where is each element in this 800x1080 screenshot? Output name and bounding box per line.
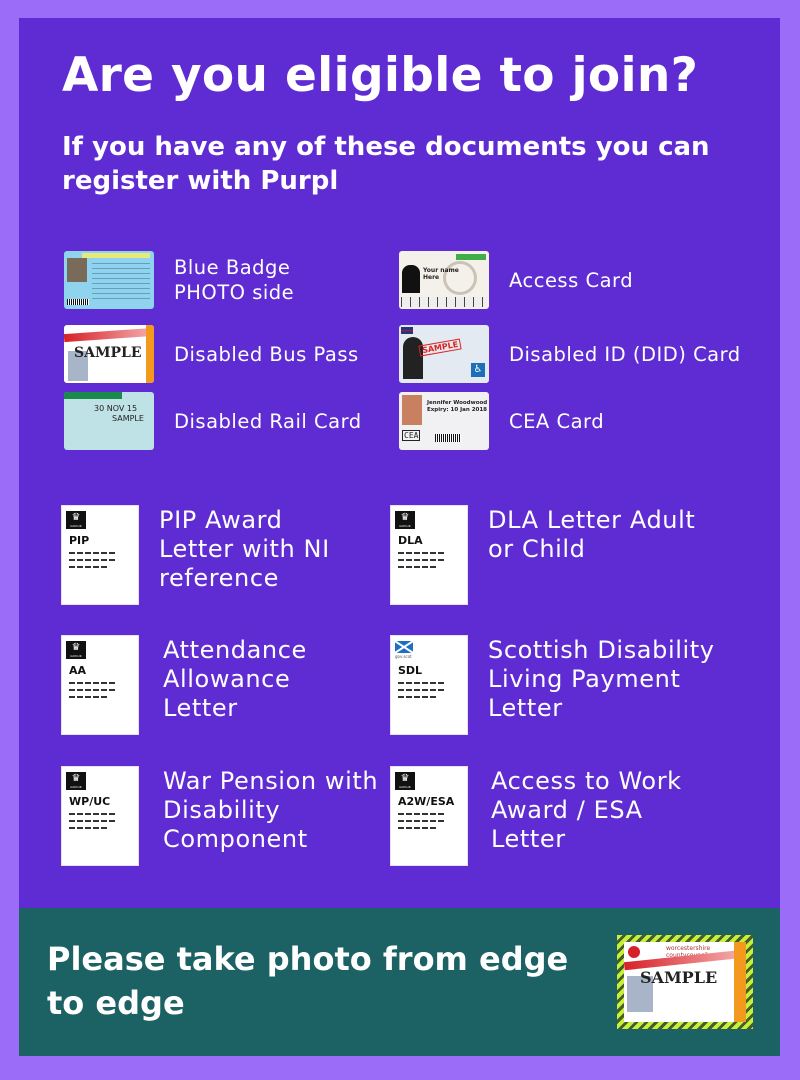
- letter-document-icon: ♛ GOV.UK A2W/ESA: [390, 766, 468, 866]
- crown-crest-icon: ♛ GOV.UK: [66, 641, 86, 659]
- sample-stamp: SAMPLE: [112, 414, 144, 423]
- rail-card-icon: 30 NOV 15 SAMPLE: [64, 392, 154, 450]
- did-card-icon: SAMPLE ♿: [399, 325, 489, 383]
- letter-code: PIP: [69, 534, 90, 547]
- sample-bus-pass-image: worcestershire countycouncil SAMPLE: [624, 942, 746, 1022]
- letter-label: Attendance Allowance Letter: [163, 636, 307, 722]
- crown-crest-icon: ♛ GOV.UK: [66, 772, 86, 790]
- letter-document-icon: ♛ GOV.UK WP/UC: [61, 766, 139, 866]
- letter-code: SDL: [398, 664, 423, 677]
- sample-stamp: SAMPLE: [640, 968, 718, 987]
- cea-name: Jennifer Woodwood: [427, 400, 488, 406]
- card-item-access-card: Your name Here Access Card: [399, 251, 633, 309]
- cea-logo: CEA: [402, 430, 421, 441]
- sample-stamp: SAMPLE: [418, 338, 462, 357]
- card-item-rail-card: 30 NOV 15 SAMPLE Disabled Rail Card: [64, 392, 362, 450]
- letter-code: A2W/ESA: [398, 795, 455, 808]
- rail-card-date: 30 NOV 15: [94, 404, 138, 413]
- letter-label: Scottish Disability Living Payment Lette…: [488, 636, 715, 722]
- letter-code: WP/UC: [69, 795, 111, 808]
- card-label: Disabled Bus Pass: [174, 342, 359, 366]
- letter-code: DLA: [398, 534, 423, 547]
- letter-label: Access to Work Award / ESA Letter: [491, 767, 682, 853]
- card-label: Disabled ID (DID) Card: [509, 342, 741, 366]
- letter-document-icon: ♛ GOV.UK DLA: [390, 505, 468, 605]
- crown-crest-icon: ♛ GOV.UK: [395, 511, 415, 529]
- letter-item-wp-uc: ♛ GOV.UK WP/UC War Pension with Disabilit…: [61, 766, 383, 866]
- card-label: CEA Card: [509, 409, 605, 433]
- letter-document-icon: gov.scot SDL: [390, 635, 468, 735]
- sample-card-frame: worcestershire countycouncil SAMPLE: [617, 935, 753, 1029]
- card-label: Blue Badge PHOTO side: [174, 256, 295, 304]
- sample-stamp: SAMPLE: [74, 345, 142, 361]
- blue-badge-card-icon: [64, 251, 154, 309]
- footer-instruction: Please take photo from edge to edge: [47, 940, 569, 1022]
- letter-item-a2w-esa: ♛ GOV.UK A2W/ESA Access to Work Award / E…: [390, 766, 711, 866]
- page-subtitle: If you have any of these documents you c…: [62, 132, 710, 196]
- card-item-did-card: SAMPLE ♿ Disabled ID (DID) Card: [399, 325, 741, 383]
- letter-code: AA: [69, 664, 87, 677]
- letter-document-icon: ♛ GOV.UK AA: [61, 635, 139, 735]
- page-title: Are you eligible to join?: [62, 48, 699, 103]
- access-card-icon: Your name Here: [399, 251, 489, 309]
- letter-item-pip: ♛ GOV.UK PIP PIP Award Letter with NI ref…: [61, 505, 359, 605]
- letter-label: War Pension with Disability Component: [163, 767, 379, 853]
- wheelchair-icon: ♿: [471, 363, 485, 377]
- card-label: Disabled Rail Card: [174, 409, 362, 433]
- letter-label: DLA Letter Adult or Child: [488, 506, 696, 563]
- crown-crest-icon: ♛ GOV.UK: [395, 772, 415, 790]
- saltire-flag-icon: [395, 641, 413, 653]
- bus-pass-card-icon: SAMPLE: [64, 325, 154, 383]
- letter-label: PIP Award Letter with NI reference: [159, 506, 330, 592]
- letter-item-dla: ♛ GOV.UK DLA DLA Letter Adult or Child: [390, 505, 728, 605]
- letter-item-sdl: gov.scot SDL Scottish Disability Living …: [390, 635, 748, 735]
- card-item-cea-card: Jennifer Woodwood Expiry: 10 Jan 2018 CEA…: [399, 392, 604, 450]
- cea-card-icon: Jennifer Woodwood Expiry: 10 Jan 2018 CEA: [399, 392, 489, 450]
- cea-expiry: Expiry: 10 Jan 2018: [427, 407, 488, 413]
- card-label: Access Card: [509, 268, 634, 292]
- letter-item-aa: ♛ GOV.UK AA Attendance Allowance Letter: [61, 635, 353, 735]
- card-item-bus-pass: SAMPLE Disabled Bus Pass: [64, 325, 359, 383]
- card-item-blue-badge: Blue Badge PHOTO side: [64, 251, 324, 309]
- crown-crest-icon: ♛ GOV.UK: [66, 511, 86, 529]
- letter-document-icon: ♛ GOV.UK PIP: [61, 505, 139, 605]
